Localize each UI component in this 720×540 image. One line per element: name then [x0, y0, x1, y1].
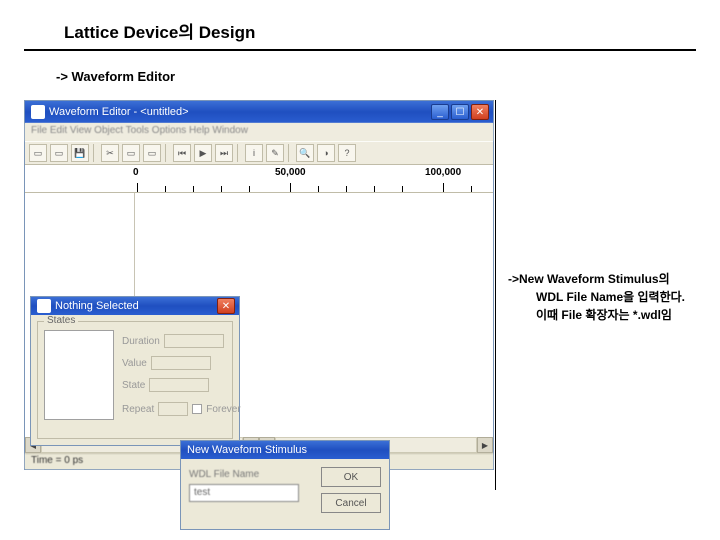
forever-checkbox[interactable] [192, 404, 202, 414]
new-waveform-stimulus-dialog: New Waveform Stimulus WDL File Name test… [180, 440, 390, 530]
toolbar-button[interactable]: ▭ [122, 144, 140, 162]
toolbar-button[interactable]: ⏭ [215, 144, 233, 162]
nsel-title: Nothing Selected [55, 300, 217, 312]
minimize-button[interactable]: _ [431, 104, 449, 120]
field-label: Repeat [122, 404, 154, 415]
time-ruler: 0 50,000 100,000 [25, 165, 493, 193]
ruler-tick-label: 100,000 [425, 167, 461, 178]
duration-field[interactable] [164, 334, 224, 348]
ok-button[interactable]: OK [321, 467, 381, 487]
toolbar-button[interactable]: 💾 [71, 144, 89, 162]
ruler-tick-label: 0 [133, 167, 139, 178]
wdl-filename-input[interactable]: test [189, 484, 299, 502]
toolbar-button[interactable]: 🔍 [296, 144, 314, 162]
field-label: Value [122, 358, 147, 369]
toolbar-button[interactable]: ? [338, 144, 356, 162]
wfe-title: Waveform Editor - <untitled> [49, 106, 431, 118]
toolbar-button[interactable]: ✎ [266, 144, 284, 162]
maximize-button[interactable]: ☐ [451, 104, 469, 120]
annotation-text: ->New Waveform Stimulus의 WDL File Name을 … [495, 100, 693, 490]
toolbar-button[interactable]: i [245, 144, 263, 162]
toolbar-button[interactable]: ▭ [143, 144, 161, 162]
toolbar-button[interactable]: ▶ [194, 144, 212, 162]
value-field[interactable] [151, 356, 211, 370]
field-label: State [122, 380, 145, 391]
panel-icon [37, 299, 51, 313]
repeat-field[interactable] [158, 402, 188, 416]
toolbar-button[interactable]: ▭ [50, 144, 68, 162]
group-label: States [44, 315, 78, 326]
wfe-titlebar: Waveform Editor - <untitled> _ ☐ ✕ [25, 101, 493, 123]
close-button[interactable]: ✕ [217, 298, 235, 314]
toolbar-button[interactable]: ▭ [29, 144, 47, 162]
cancel-button[interactable]: Cancel [321, 493, 381, 513]
nothing-selected-panel: Nothing Selected ✕ States Duration Value… [30, 296, 240, 446]
nsel-titlebar: Nothing Selected ✕ [31, 297, 239, 315]
annotation-line: 이때 File 확장자는 *.wdl임 [508, 306, 685, 324]
toolbar-button[interactable]: ◑ [317, 144, 335, 162]
scroll-right-button[interactable]: ▶ [477, 437, 493, 453]
ruler-tick-label: 50,000 [275, 167, 306, 178]
states-listbox[interactable] [44, 330, 114, 420]
page-subtitle: -> Waveform Editor [0, 51, 720, 84]
annotation-line: WDL File Name을 입력한다. [508, 288, 685, 306]
annotation-line: ->New Waveform Stimulus의 [508, 270, 685, 288]
nws-title: New Waveform Stimulus [187, 444, 385, 456]
close-button[interactable]: ✕ [471, 104, 489, 120]
field-label: Duration [122, 336, 160, 347]
state-field[interactable] [149, 378, 209, 392]
nws-titlebar: New Waveform Stimulus [181, 441, 389, 459]
menubar[interactable]: File Edit View Object Tools Options Help… [25, 123, 493, 141]
toolbar-button[interactable]: ✂ [101, 144, 119, 162]
toolbar-button[interactable]: ⏮ [173, 144, 191, 162]
toolbar: ▭ ▭ 💾 ✂ ▭ ▭ ⏮ ▶ ⏭ i ✎ 🔍 ◑ ? [25, 141, 493, 165]
field-label: Forever [206, 404, 240, 415]
states-group: States Duration Value State Repeat Forev… [37, 321, 233, 439]
app-icon [31, 105, 45, 119]
page-title: Lattice Device의 Design [24, 0, 696, 51]
